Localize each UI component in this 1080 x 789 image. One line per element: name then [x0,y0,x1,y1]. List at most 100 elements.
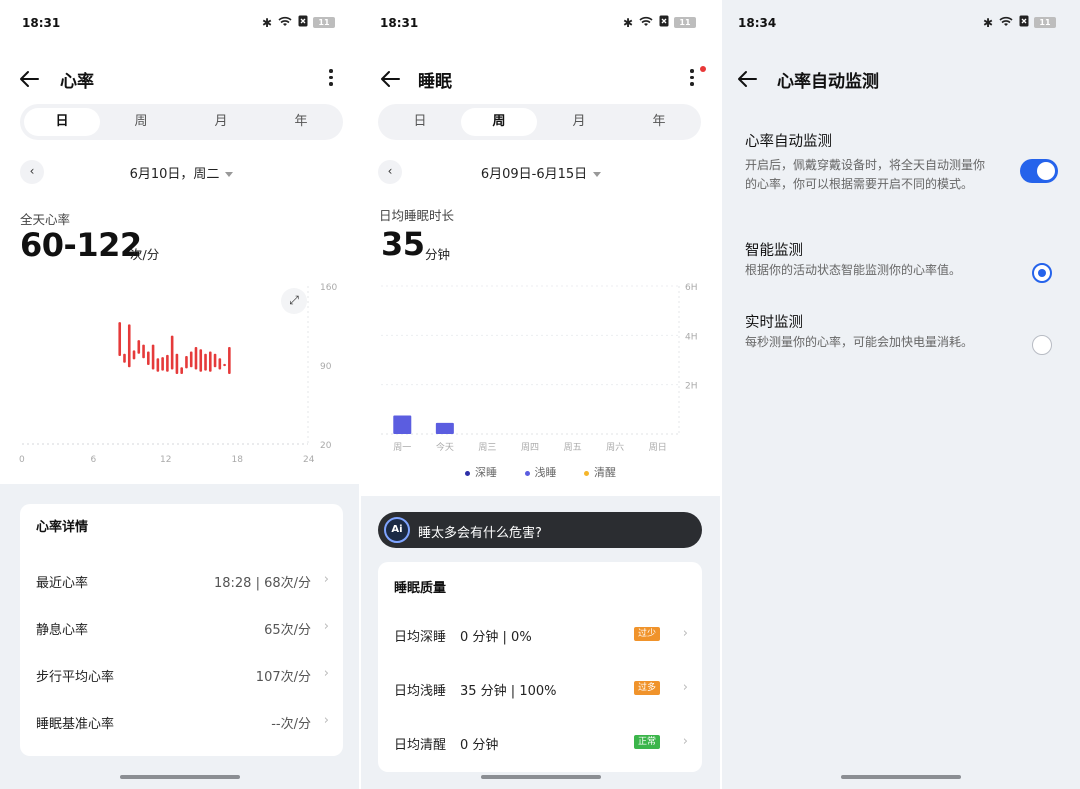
heart-bar [228,346,231,375]
x-tick-label: 18 [232,455,244,465]
x-tick-label: 周五 [564,442,582,453]
x-tick-label: 6 [91,455,97,465]
tab-year[interactable]: 年 [263,108,339,136]
sleep-screen: 18:31 ✱ 11 睡眠 日 周 月 年 ‹ 6月09日-6月15日 日均睡眠… [361,0,720,789]
details-card: 心率详情 最近心率 18:28 | 68次/分 › 静息心率 65次/分 › 步… [20,504,343,756]
battery-icon: 11 [674,17,696,28]
page-title: 心率 [60,72,94,92]
ai-question-button[interactable]: Ai 睡太多会有什么危害? [378,512,702,548]
chevron-right-icon: › [323,713,329,728]
date-picker[interactable]: 6月09日-6月15日 [378,163,704,182]
tab-week[interactable]: 周 [461,108,537,136]
app-header: 心率 [0,62,359,96]
detail-row-recent[interactable]: 最近心率 18:28 | 68次/分 › [36,569,331,591]
legend-awake: 清醒 [584,466,616,479]
y-tick-label: 4H [685,332,698,342]
bluetooth-icon: ✱ [261,15,272,30]
caret-down-icon [225,172,234,177]
avg-sleep-value: 35 [381,225,425,263]
battery-icon: 11 [313,17,335,28]
smart-monitor-desc: 根据你的活动状态智能监测你的心率值。 [745,263,962,277]
heart-bar [175,353,179,375]
heart-rate-chart: 160 90 20 0 6 12 18 24 [19,283,337,465]
page-title: 睡眠 [418,72,452,92]
heart-bar [223,363,226,367]
heart-bar [147,351,150,365]
heart-bar [189,351,193,368]
y-tick-label: 90 [320,362,332,372]
more-menu-icon[interactable] [323,66,339,94]
status-bar: 18:34 ✱ 11 [722,14,1080,32]
quality-row-deep[interactable]: 日均深睡 0 分钟 | 0% 过少 › [394,623,690,645]
legend-light: 浅睡 [524,466,557,479]
wifi-icon [277,15,293,30]
y-tick-label: 6H [685,283,698,293]
sleep-chart: 6H 4H 2H 周一 今天 周三 周四 周五 周六 周日 [381,283,698,453]
tab-month[interactable]: 月 [541,108,617,136]
status-time: 18:31 [380,16,419,30]
tab-year[interactable]: 年 [621,108,697,136]
heart-range-unit: 次/分 [130,247,160,262]
heart-bar [142,344,145,359]
auto-monitor-toggle[interactable] [1020,159,1058,183]
heart-rate-screen: 18:31 ✱ 11 心率 日 周 月 年 ‹ 6月10日，周二 全天心率 60… [0,0,359,789]
chevron-right-icon: › [323,619,329,634]
sleep-quality-card: 睡眠质量 日均深睡 0 分钟 | 0% 过少 › 日均浅睡 35 分钟 | 10… [378,562,702,772]
sleep-bar [435,422,454,434]
notification-dot [700,66,706,72]
detail-row-walking[interactable]: 步行平均心率 107次/分 › [36,663,331,685]
date-picker[interactable]: 6月10日，周二 [20,163,343,182]
x-tick-label: 周日 [649,442,667,453]
legend-dot-icon [465,470,470,476]
app-header: 心率自动监测 [722,62,1080,96]
quality-title: 睡眠质量 [394,581,447,596]
status-badge: 过少 [633,627,660,641]
avg-sleep-label: 日均睡眠时长 [379,208,455,223]
heart-bar [194,346,198,370]
realtime-monitor-radio[interactable] [1032,335,1052,355]
home-indicator[interactable] [119,775,240,779]
back-arrow-icon[interactable] [734,64,764,94]
more-menu-icon[interactable] [684,66,700,94]
quality-row-light[interactable]: 日均浅睡 35 分钟 | 100% 过多 › [394,677,690,699]
detail-row-sleep-baseline[interactable]: 睡眠基准心率 --次/分 › [36,710,331,732]
x-tick-label: 周一 [393,442,411,453]
detail-row-resting[interactable]: 静息心率 65次/分 › [36,616,331,638]
x-tick-label: 12 [160,455,171,465]
back-arrow-icon[interactable] [16,64,46,94]
chevron-right-icon: › [682,626,688,641]
home-indicator[interactable] [841,775,961,779]
heart-bar [218,358,222,370]
smart-monitor-title: 智能监测 [745,243,803,259]
x-tick-label: 24 [303,455,315,465]
realtime-monitor-desc: 每秒测量你的心率，可能会加快电量消耗。 [745,335,974,349]
battery-icon: 11 [1034,17,1056,28]
y-tick-label: 160 [320,283,337,293]
date-label: 6月09日-6月15日 [480,167,588,182]
tab-day[interactable]: 日 [382,108,458,136]
y-tick-label: 2H [685,382,698,392]
ai-assistant-icon: Ai [384,517,410,543]
x-tick-label: 周三 [478,442,496,453]
chevron-right-icon: › [682,734,688,749]
sleep-legend: 深睡 浅睡 清醒 [361,464,720,480]
tab-week[interactable]: 周 [103,108,179,136]
x-tick-label: 今天 [436,441,454,453]
status-time: 18:34 [738,16,777,30]
x-tick-label: 周六 [606,441,624,453]
heart-bar [161,357,164,371]
details-title: 心率详情 [36,520,89,535]
auto-monitor-title: 心率自动监测 [745,134,832,150]
heart-bar [118,322,122,356]
smart-monitor-radio[interactable] [1032,263,1052,283]
tab-month[interactable]: 月 [183,108,259,136]
heart-bar [213,353,217,368]
back-arrow-icon[interactable] [377,64,407,94]
home-indicator[interactable] [480,775,601,779]
wifi-icon [998,15,1014,30]
period-tabs: 日 周 月 年 [20,104,343,140]
date-selector: ‹ 6月10日，周二 [20,158,343,186]
caret-down-icon [593,172,602,177]
quality-row-awake[interactable]: 日均清醒 0 分钟 正常 › [394,731,690,753]
tab-day[interactable]: 日 [24,108,100,136]
